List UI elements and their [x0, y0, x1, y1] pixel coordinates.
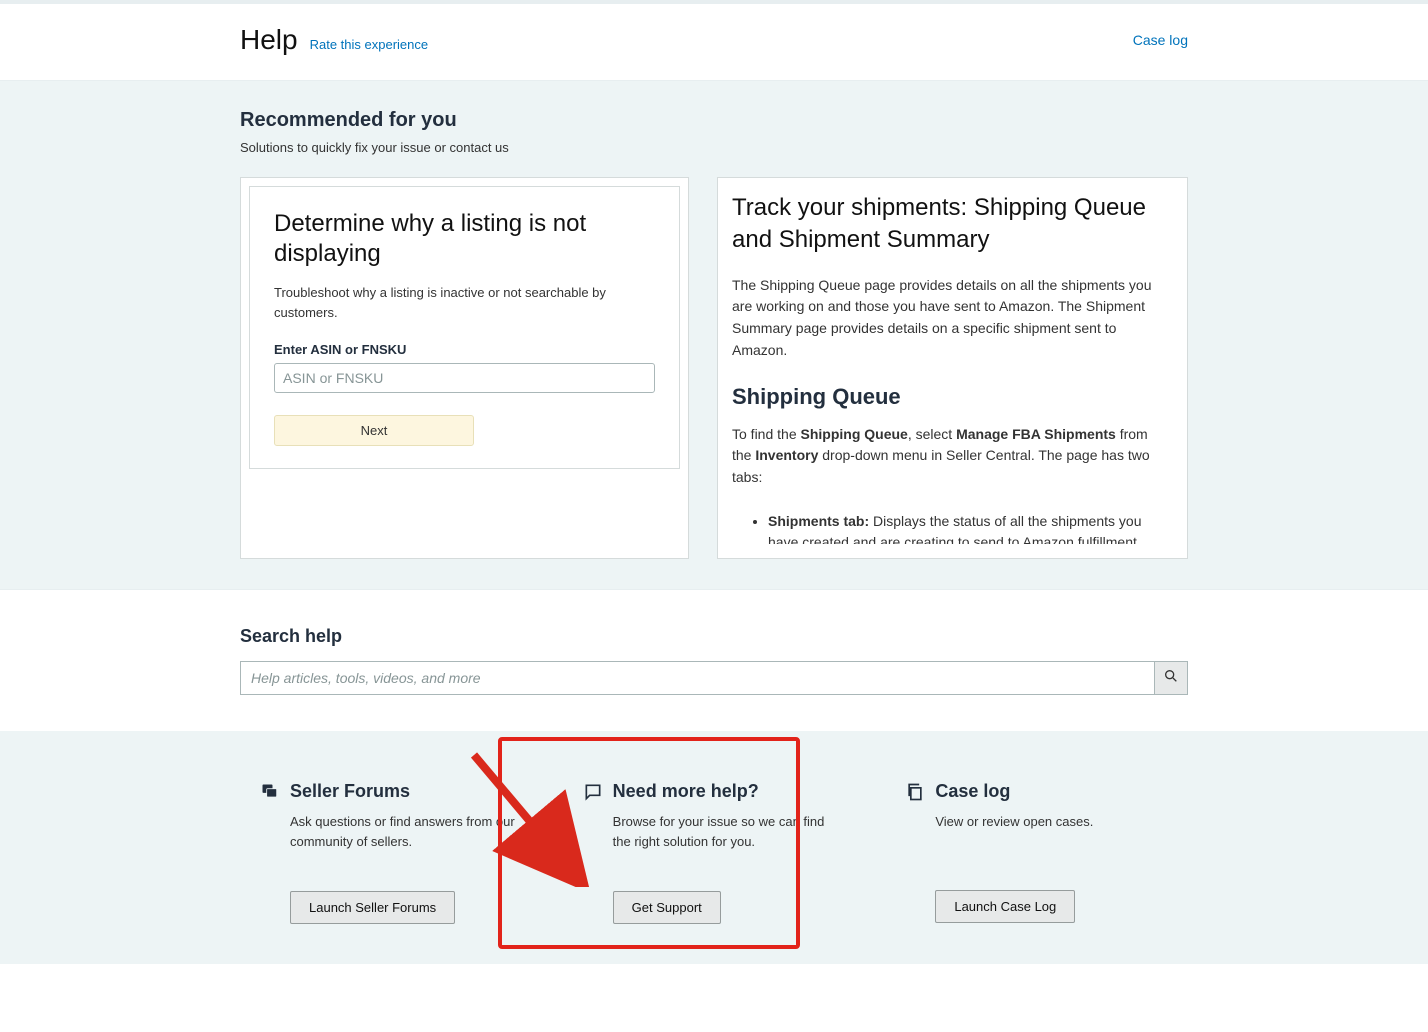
article-tab-list: Shipments tab: Displays the status of al… — [732, 511, 1171, 544]
get-support-button[interactable]: Get Support — [613, 891, 721, 924]
asin-field-label: Enter ASIN or FNSKU — [274, 342, 655, 357]
search-button[interactable] — [1154, 661, 1188, 695]
card-heading: Determine why a listing is not displayin… — [274, 209, 655, 269]
need-help-desc: Browse for your issue so we can find the… — [613, 812, 846, 851]
chat-icon — [583, 782, 603, 802]
asin-input[interactable] — [274, 363, 655, 393]
recommended-section: Recommended for you Solutions to quickly… — [0, 81, 1428, 589]
caselog-desc: View or review open cases. — [935, 812, 1168, 850]
rate-experience-link[interactable]: Rate this experience — [310, 37, 429, 52]
article-title: Track your shipments: Shipping Queue and… — [732, 192, 1171, 257]
seller-forums-block: Seller Forums Ask questions or find answ… — [240, 781, 543, 924]
article-subheading: Shipping Queue — [732, 384, 1171, 410]
search-section: Search help — [0, 589, 1428, 731]
recommended-subtitle: Solutions to quickly fix your issue or c… — [240, 140, 1188, 155]
copy-icon — [905, 782, 925, 802]
article-queue-instruction: To find the Shipping Queue, select Manag… — [732, 424, 1171, 489]
forums-title: Seller Forums — [290, 781, 410, 802]
search-input[interactable] — [240, 661, 1154, 695]
need-help-block: Need more help? Browse for your issue so… — [563, 781, 866, 924]
caselog-title: Case log — [935, 781, 1010, 802]
article-intro: The Shipping Queue page provides details… — [732, 275, 1171, 362]
article-card: Track your shipments: Shipping Queue and… — [717, 177, 1188, 559]
recommended-title: Recommended for you — [240, 109, 1188, 132]
forums-icon — [260, 782, 280, 802]
next-button[interactable]: Next — [274, 415, 474, 446]
forums-desc: Ask questions or find answers from our c… — [290, 812, 523, 851]
listing-troubleshoot-card: Determine why a listing is not displayin… — [240, 177, 689, 559]
launch-caselog-button[interactable]: Launch Case Log — [935, 890, 1075, 923]
caselog-block: Case log View or review open cases. Laun… — [885, 781, 1188, 924]
article-scroll[interactable]: Track your shipments: Shipping Queue and… — [732, 192, 1179, 544]
page-title: Help — [240, 24, 298, 56]
need-help-title: Need more help? — [613, 781, 759, 802]
search-icon — [1161, 668, 1181, 688]
list-item: Shipments tab: Displays the status of al… — [768, 511, 1171, 544]
launch-forums-button[interactable]: Launch Seller Forums — [290, 891, 455, 924]
caselog-link[interactable]: Case log — [1133, 32, 1188, 48]
bottom-section: Seller Forums Ask questions or find answ… — [0, 731, 1428, 964]
page-header: Help Rate this experience Case log — [0, 4, 1428, 81]
card-desc: Troubleshoot why a listing is inactive o… — [274, 283, 655, 322]
search-title: Search help — [240, 626, 1188, 647]
